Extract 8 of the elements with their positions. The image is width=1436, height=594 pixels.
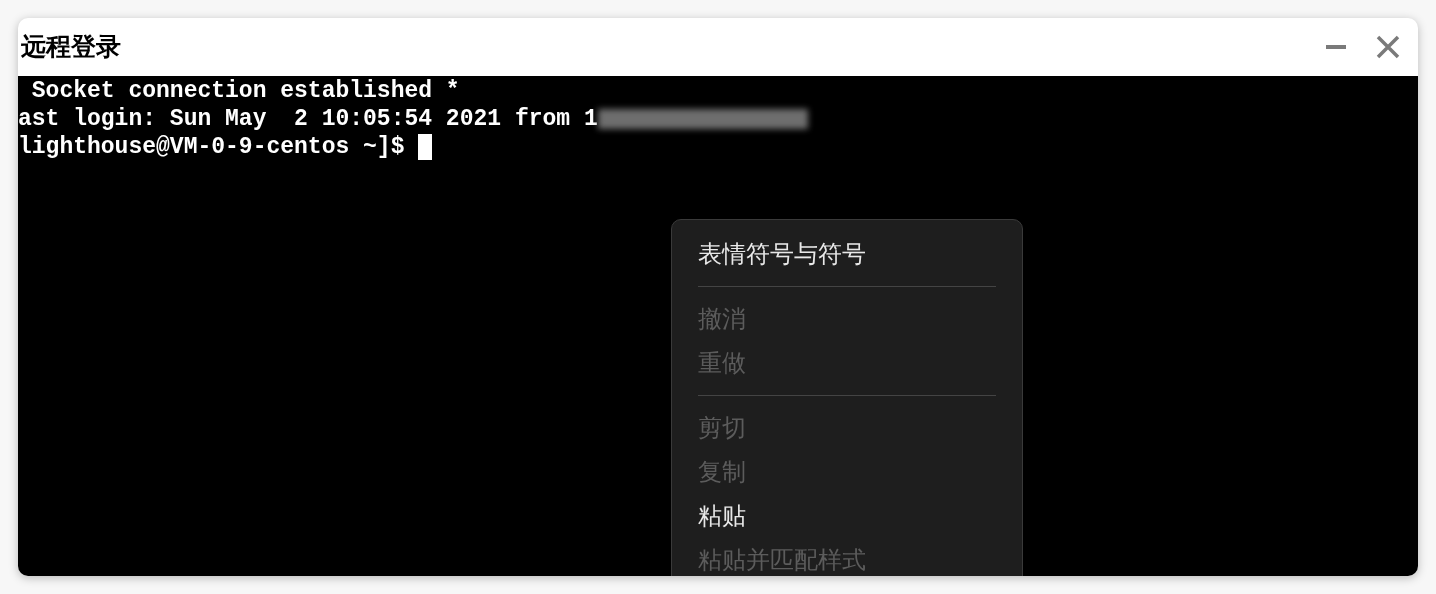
close-icon: [1376, 35, 1400, 59]
terminal-line: Socket connection established *: [30, 77, 460, 105]
menu-item[interactable]: 粘贴: [698, 494, 996, 538]
minimize-icon: [1326, 45, 1346, 49]
window-title: 远程登录: [21, 31, 121, 64]
terminal-line: lighthouse@VM-0-9-centos ~]$: [18, 133, 406, 161]
menu-item[interactable]: 表情符号与符号: [698, 232, 996, 276]
terminal-line: ast login: Sun May 2 10:05:54 2021 from 1: [18, 105, 598, 133]
